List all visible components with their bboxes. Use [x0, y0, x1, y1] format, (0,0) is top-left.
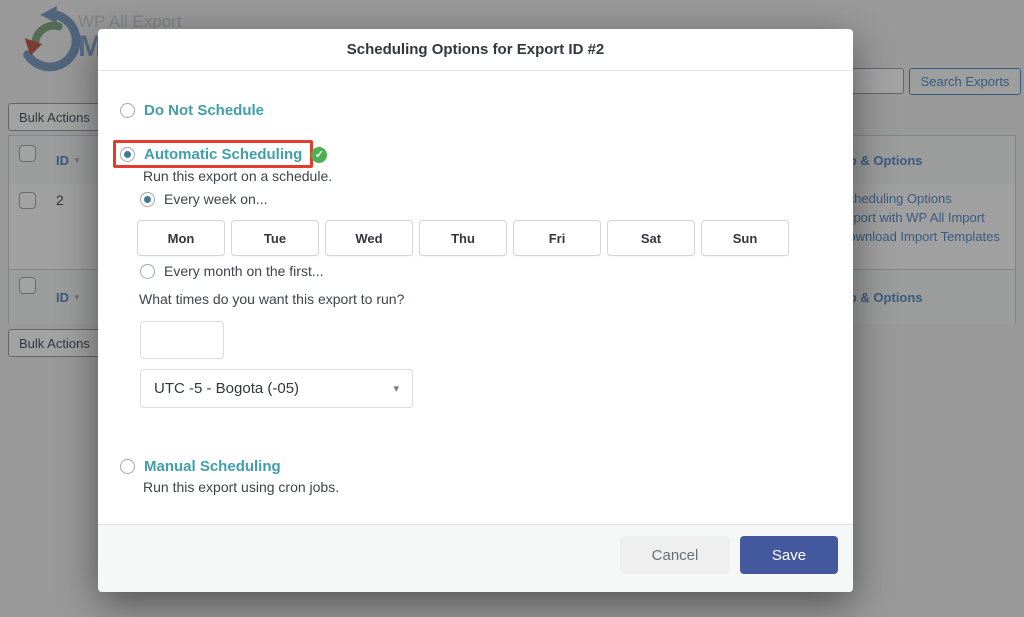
modal-title: Scheduling Options for Export ID #2	[347, 41, 605, 58]
day-button-thu[interactable]: Thu	[419, 220, 507, 256]
manual-scheduling-radio[interactable]	[120, 459, 135, 474]
every-month-option: Every month on the first...	[140, 263, 324, 279]
scheduling-options-modal: Scheduling Options for Export ID #2 Do N…	[98, 29, 853, 592]
modal-header: Scheduling Options for Export ID #2	[98, 29, 853, 71]
manual-scheduling-label[interactable]: Manual Scheduling	[144, 458, 281, 475]
times-question-label: What times do you want this export to ru…	[139, 291, 404, 307]
timezone-select[interactable]: UTC -5 - Bogota (-05) ▾	[140, 369, 413, 408]
caret-down-icon: ▾	[393, 382, 412, 395]
automatic-scheduling-label[interactable]: Automatic Scheduling	[144, 146, 302, 163]
timezone-selected-value: UTC -5 - Bogota (-05)	[141, 380, 393, 397]
automatic-scheduling-option: Automatic Scheduling ✓	[120, 146, 327, 163]
do-not-schedule-option: Do Not Schedule	[120, 102, 264, 119]
every-month-label[interactable]: Every month on the first...	[164, 263, 324, 279]
do-not-schedule-radio[interactable]	[120, 103, 135, 118]
day-button-wed[interactable]: Wed	[325, 220, 413, 256]
day-button-sat[interactable]: Sat	[607, 220, 695, 256]
every-week-label[interactable]: Every week on...	[164, 191, 268, 207]
day-button-fri[interactable]: Fri	[513, 220, 601, 256]
manual-scheduling-description: Run this export using cron jobs.	[143, 479, 339, 495]
do-not-schedule-label[interactable]: Do Not Schedule	[144, 102, 264, 119]
day-button-tue[interactable]: Tue	[231, 220, 319, 256]
every-week-radio[interactable]	[140, 192, 155, 207]
modal-footer: Cancel Save	[98, 524, 853, 592]
time-input[interactable]	[140, 321, 224, 359]
save-button[interactable]: Save	[740, 536, 838, 574]
every-month-radio[interactable]	[140, 264, 155, 279]
manual-scheduling-option: Manual Scheduling	[120, 458, 281, 475]
automatic-scheduling-description: Run this export on a schedule.	[143, 168, 332, 184]
automatic-scheduling-radio[interactable]	[120, 147, 135, 162]
check-icon: ✓	[311, 147, 327, 163]
day-button-sun[interactable]: Sun	[701, 220, 789, 256]
day-button-mon[interactable]: Mon	[137, 220, 225, 256]
every-week-option: Every week on...	[140, 191, 268, 207]
cancel-button[interactable]: Cancel	[620, 536, 730, 574]
